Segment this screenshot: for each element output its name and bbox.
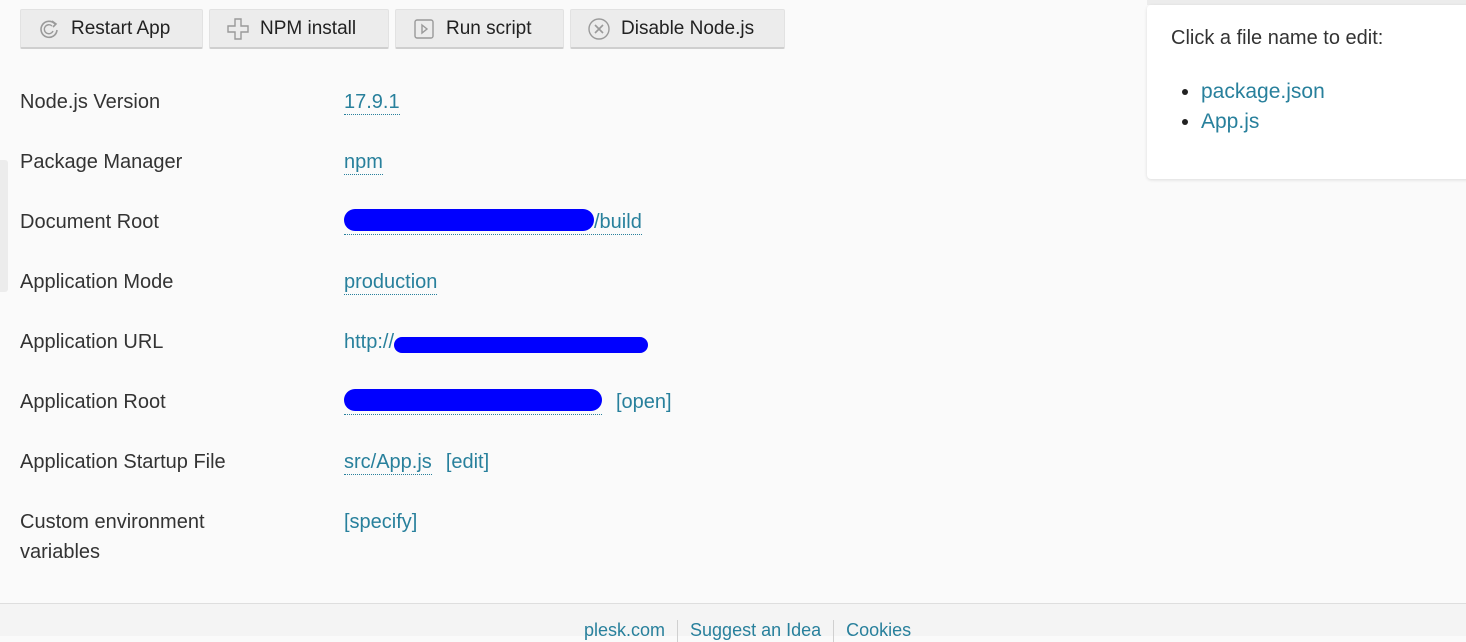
footer: plesk.com Suggest an Idea Cookies bbox=[0, 603, 1466, 642]
restart-icon bbox=[37, 17, 61, 41]
application-url-prefix: http:// bbox=[344, 331, 395, 353]
redaction-mark bbox=[394, 336, 649, 353]
redaction-mark bbox=[344, 208, 594, 231]
property-label: Application Mode bbox=[20, 271, 174, 293]
cookies-link[interactable]: Cookies bbox=[846, 620, 911, 642]
package-json-link[interactable]: package.json bbox=[1201, 80, 1325, 103]
property-label: Application URL bbox=[20, 331, 164, 353]
play-icon bbox=[412, 17, 436, 41]
property-label: Document Root bbox=[20, 211, 159, 233]
disable-nodejs-label: Disable Node.js bbox=[621, 17, 755, 39]
footer-links: plesk.com Suggest an Idea Cookies bbox=[584, 620, 911, 642]
redaction-mark bbox=[344, 388, 602, 411]
side-collapse-handle[interactable] bbox=[0, 160, 8, 292]
plus-icon bbox=[226, 17, 250, 41]
app-js-link[interactable]: App.js bbox=[1201, 110, 1259, 133]
npm-install-label: NPM install bbox=[260, 17, 357, 39]
file-edit-panel: Click a file name to edit: package.json … bbox=[1147, 5, 1466, 179]
file-list-item: App.js bbox=[1201, 107, 1325, 137]
open-link[interactable]: [open] bbox=[616, 391, 672, 413]
property-label: Node.js Version bbox=[20, 91, 161, 113]
restart-app-button[interactable]: Restart App bbox=[20, 9, 203, 49]
package-manager-link[interactable]: npm bbox=[344, 151, 383, 175]
toolbar: Restart App NPM install Run script Disab… bbox=[20, 9, 785, 49]
run-script-button[interactable]: Run script bbox=[395, 9, 564, 49]
application-mode-link[interactable]: production bbox=[344, 271, 438, 295]
document-root-suffix: /build bbox=[594, 211, 642, 233]
specify-link[interactable]: [specify] bbox=[344, 511, 417, 533]
file-list-item: package.json bbox=[1201, 77, 1325, 107]
application-root-link[interactable] bbox=[344, 388, 602, 415]
nodejs-version-link[interactable]: 17.9.1 bbox=[344, 91, 400, 115]
run-script-label: Run script bbox=[446, 17, 532, 39]
property-label: Application Root bbox=[20, 391, 166, 413]
disable-nodejs-button[interactable]: Disable Node.js bbox=[570, 9, 785, 49]
footer-divider bbox=[677, 620, 679, 642]
file-edit-hint: Click a file name to edit: bbox=[1171, 27, 1384, 49]
startup-file-link[interactable]: src/App.js bbox=[344, 451, 432, 475]
document-root-link[interactable]: /build bbox=[344, 208, 642, 235]
suggest-idea-link[interactable]: Suggest an Idea bbox=[690, 620, 821, 642]
footer-divider bbox=[833, 620, 835, 642]
restart-app-label: Restart App bbox=[71, 17, 171, 39]
property-label: Custom environment variables bbox=[20, 511, 205, 563]
property-label: Application Startup File bbox=[20, 451, 226, 473]
application-url-link[interactable]: http:// bbox=[344, 331, 649, 353]
close-circle-icon bbox=[587, 17, 611, 41]
file-list: package.json App.js bbox=[1147, 77, 1325, 137]
edit-link[interactable]: [edit] bbox=[446, 451, 489, 473]
plesk-link[interactable]: plesk.com bbox=[584, 620, 665, 642]
property-label: Package Manager bbox=[20, 151, 183, 173]
npm-install-button[interactable]: NPM install bbox=[209, 9, 389, 49]
